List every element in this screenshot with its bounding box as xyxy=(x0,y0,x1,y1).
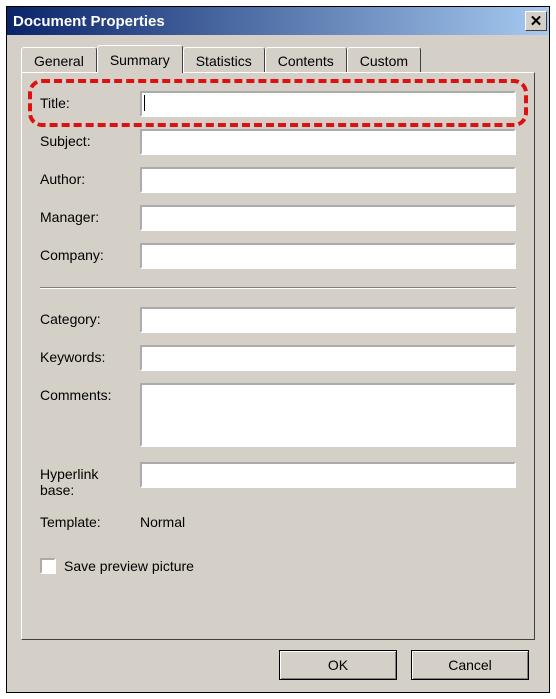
dialog-content: General Summary Statistics Contents Cust… xyxy=(7,35,549,692)
title-label: Title: xyxy=(40,91,140,111)
comments-row: Comments: xyxy=(40,383,516,450)
comments-label: Comments: xyxy=(40,383,140,403)
author-input[interactable] xyxy=(140,167,516,193)
titlebar: Document Properties ✕ xyxy=(7,7,549,35)
category-input[interactable] xyxy=(140,307,516,333)
text-caret xyxy=(144,95,145,111)
tab-summary-label: Summary xyxy=(110,52,170,68)
cancel-button-label: Cancel xyxy=(448,657,492,673)
manager-row: Manager: xyxy=(40,205,516,231)
subject-input[interactable] xyxy=(140,129,516,155)
manager-label: Manager: xyxy=(40,205,140,225)
document-properties-dialog: Document Properties ✕ General Summary St… xyxy=(6,6,550,693)
close-icon: ✕ xyxy=(530,14,543,29)
company-label: Company: xyxy=(40,243,140,263)
template-value: Normal xyxy=(140,510,516,530)
hyperlink-base-label-line1: Hyperlink xyxy=(40,466,98,482)
tab-statistics[interactable]: Statistics xyxy=(183,47,265,73)
subject-row: Subject: xyxy=(40,129,516,155)
category-row: Category: xyxy=(40,307,516,333)
hyperlink-base-label-line2: base: xyxy=(40,482,74,498)
author-row: Author: xyxy=(40,167,516,193)
tab-contents[interactable]: Contents xyxy=(265,47,347,73)
keywords-label: Keywords: xyxy=(40,345,140,365)
template-row: Template: Normal xyxy=(40,510,516,530)
form-grid: Title: Subject: Author: Manager: xyxy=(40,91,516,574)
author-label: Author: xyxy=(40,167,140,187)
tab-contents-label: Contents xyxy=(278,53,334,69)
tab-strip: General Summary Statistics Contents Cust… xyxy=(21,45,535,73)
ok-button[interactable]: OK xyxy=(279,650,397,680)
ok-button-label: OK xyxy=(328,657,348,673)
cancel-button[interactable]: Cancel xyxy=(411,650,529,680)
keywords-row: Keywords: xyxy=(40,345,516,371)
subject-label: Subject: xyxy=(40,129,140,149)
hyperlink-base-row: Hyperlink base: xyxy=(40,462,516,498)
title-input[interactable] xyxy=(140,91,516,117)
company-input[interactable] xyxy=(140,243,516,269)
keywords-input[interactable] xyxy=(140,345,516,371)
tab-custom-label: Custom xyxy=(360,53,408,69)
template-label: Template: xyxy=(40,510,140,530)
save-preview-label: Save preview picture xyxy=(64,558,194,574)
tab-statistics-label: Statistics xyxy=(196,53,252,69)
dialog-button-bar: OK Cancel xyxy=(21,650,535,680)
category-label: Category: xyxy=(40,307,140,327)
hyperlink-base-label: Hyperlink base: xyxy=(40,462,140,498)
comments-input[interactable] xyxy=(140,383,516,447)
save-preview-row: Save preview picture xyxy=(40,558,516,574)
hyperlink-base-input[interactable] xyxy=(140,462,516,488)
close-button[interactable]: ✕ xyxy=(525,11,547,31)
tab-summary[interactable]: Summary xyxy=(97,45,183,73)
section-divider xyxy=(40,287,516,289)
tab-custom[interactable]: Custom xyxy=(347,47,421,73)
save-preview-checkbox[interactable] xyxy=(40,558,56,574)
company-row: Company: xyxy=(40,243,516,269)
tab-general-label: General xyxy=(34,53,84,69)
tab-general[interactable]: General xyxy=(21,47,97,73)
title-row: Title: xyxy=(40,91,516,117)
summary-panel: Title: Subject: Author: Manager: xyxy=(21,72,535,640)
window-title: Document Properties xyxy=(13,13,165,30)
manager-input[interactable] xyxy=(140,205,516,231)
